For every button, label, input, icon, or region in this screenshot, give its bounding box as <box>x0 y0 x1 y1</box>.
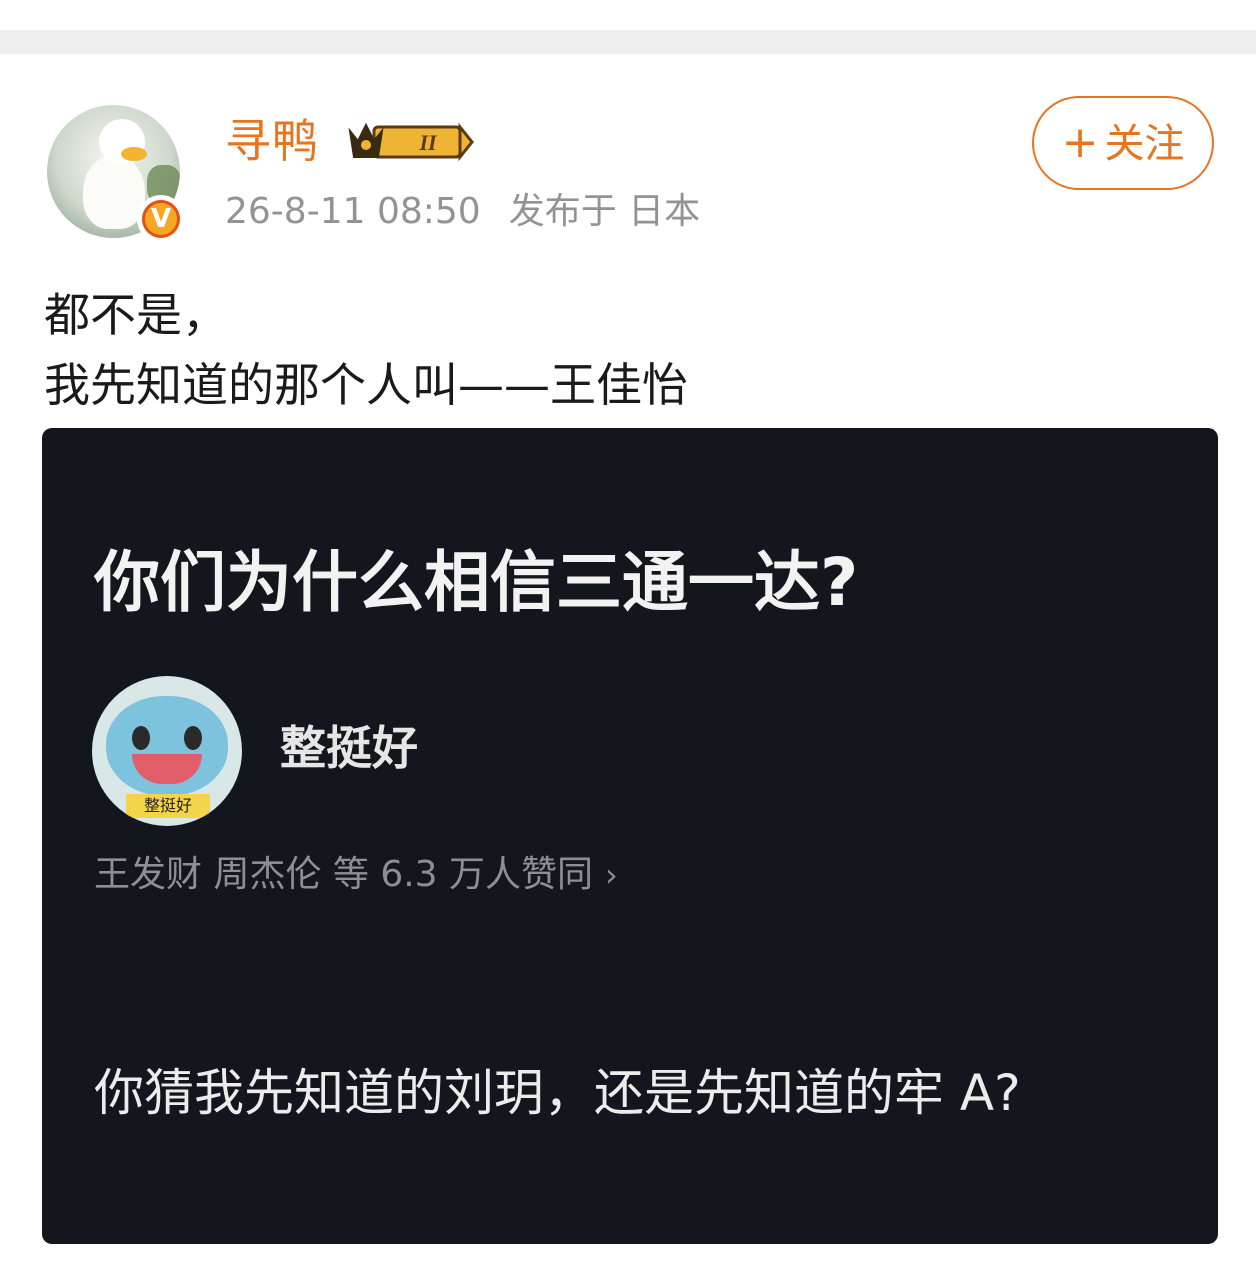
likes-summary: 王发财 周杰伦 等 6.3 万人赞同 › <box>94 850 618 900</box>
verified-badge-icon: V <box>137 195 185 243</box>
level-text: II <box>418 130 438 155</box>
post-time: 26-8-11 08:50 <box>225 191 481 232</box>
answer-author-avatar: 整挺好 <box>92 676 242 826</box>
answer-author-name: 整挺好 <box>280 721 418 775</box>
card-question-title: 你们为什么相信三通一达? <box>94 544 859 621</box>
right-eye <box>184 726 202 750</box>
plus-icon: + <box>1061 117 1099 168</box>
post-location: 发布于 日本 <box>508 191 701 232</box>
chevron-right-icon: › <box>605 856 618 894</box>
answer-text: 你猜我先知道的刘玥，还是先知道的牢 A? <box>94 1064 1021 1122</box>
author-name[interactable]: 寻鸭 <box>225 112 319 170</box>
left-eye <box>132 726 150 750</box>
post-text-line-1: 都不是， <box>44 288 228 342</box>
duck-avatar-beak <box>121 147 147 161</box>
weibo-post-page: V 寻鸭 II 26-8-11 08:50 发布于 日本 + 关注 都不是， 我先知… <box>0 0 1256 1280</box>
crown-level-badge-icon[interactable]: II <box>344 117 474 165</box>
top-divider <box>0 30 1256 54</box>
avatar-caption: 整挺好 <box>126 794 210 818</box>
follow-label: 关注 <box>1104 121 1185 167</box>
verified-mark: V <box>142 200 180 238</box>
post-meta: 26-8-11 08:50 发布于 日本 <box>225 188 700 236</box>
likes-text: 王发财 周杰伦 等 6.3 万人赞同 <box>94 854 594 895</box>
follow-button[interactable]: + 关注 <box>1032 96 1214 190</box>
post-text-line-2: 我先知道的那个人叫——王佳怡 <box>44 358 688 412</box>
duck-avatar-body <box>83 155 145 229</box>
post-body: 都不是， 我先知道的那个人叫——王佳怡 <box>44 280 1214 420</box>
embedded-answer-card[interactable]: 你们为什么相信三通一达? 整挺好 整挺好 王发财 周杰伦 等 6.3 万人赞同 ›… <box>42 428 1218 1244</box>
